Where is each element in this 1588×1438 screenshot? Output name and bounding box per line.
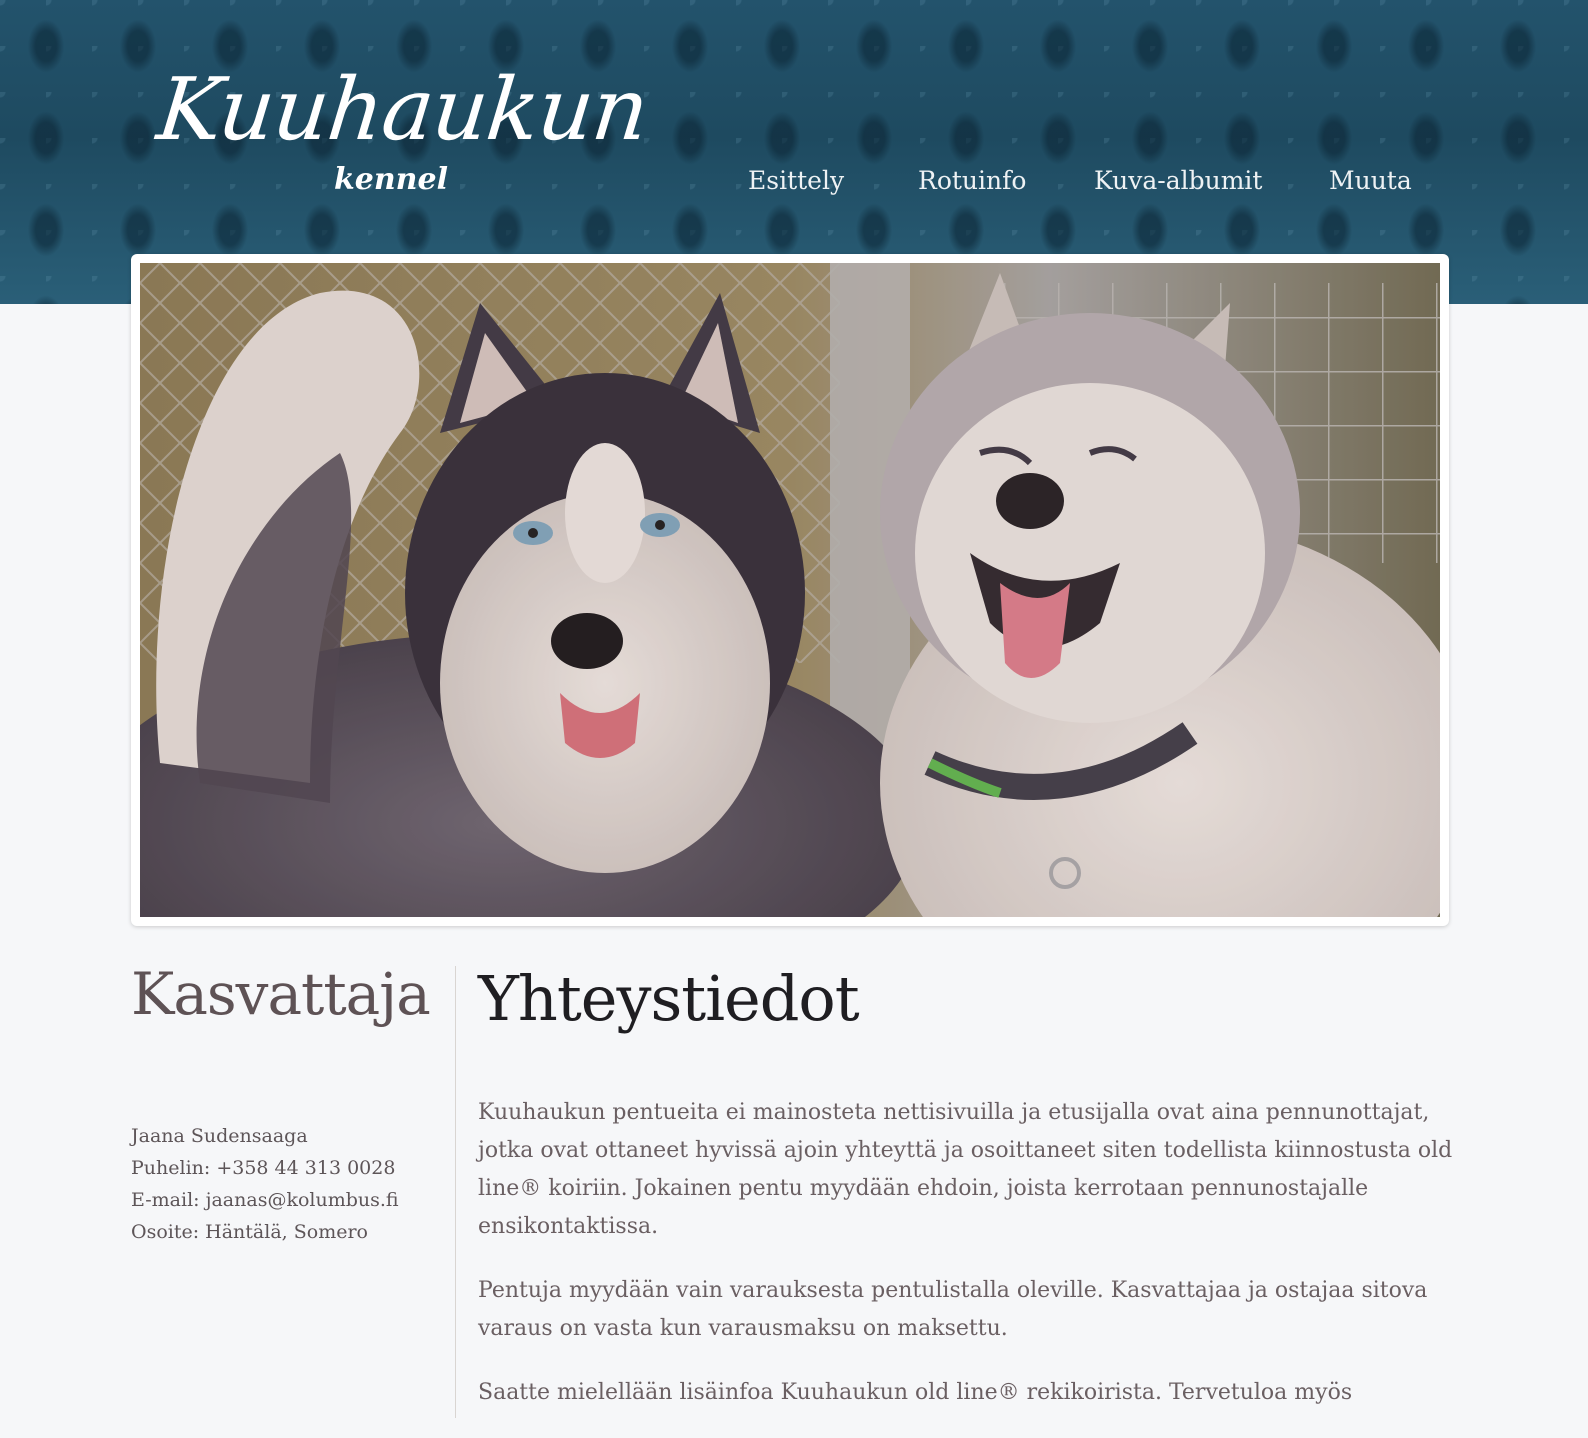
nav-item-esittely[interactable]: Esittely <box>748 166 844 195</box>
contact-name: Jaana Sudensaaga <box>131 1125 308 1147</box>
paragraph: Pentuja myydään vain varauksesta pentuli… <box>478 1278 1428 1341</box>
nav-item-muuta[interactable]: Muuta <box>1329 166 1412 195</box>
nav-item-rotuinfo[interactable]: Rotuinfo <box>918 166 1026 195</box>
contact-phone: Puhelin: +358 44 313 0028 <box>131 1157 396 1179</box>
paragraph: Saatte mielellään lisäinfoa Kuuhaukun ol… <box>478 1380 1353 1405</box>
hero-image <box>140 263 1440 917</box>
page-title: Yhteystiedot <box>478 962 860 1035</box>
paragraph: Kuuhaukun pentueita ei mainosteta nettis… <box>478 1100 1453 1239</box>
nav-item-kuva-albumit[interactable]: Kuva-albumit <box>1094 166 1262 195</box>
sidebar-title: Kasvattaja <box>131 960 431 1028</box>
main-nav: Esittely Rotuinfo Kuva-albumit Muuta <box>0 166 1588 206</box>
contact-info: Jaana Sudensaaga Puhelin: +358 44 313 00… <box>131 1120 431 1248</box>
logo-main-text: Kuuhaukun <box>152 60 653 160</box>
main-content: Kuuhaukun pentueita ei mainosteta nettis… <box>478 1094 1488 1438</box>
contact-email[interactable]: E-mail: jaanas@kolumbus.fi <box>131 1184 431 1216</box>
contact-address: Osoite: Häntälä, Somero <box>131 1221 368 1243</box>
hero-image-frame <box>131 254 1449 926</box>
huskies-photo <box>140 263 1440 917</box>
column-divider <box>455 966 456 1418</box>
